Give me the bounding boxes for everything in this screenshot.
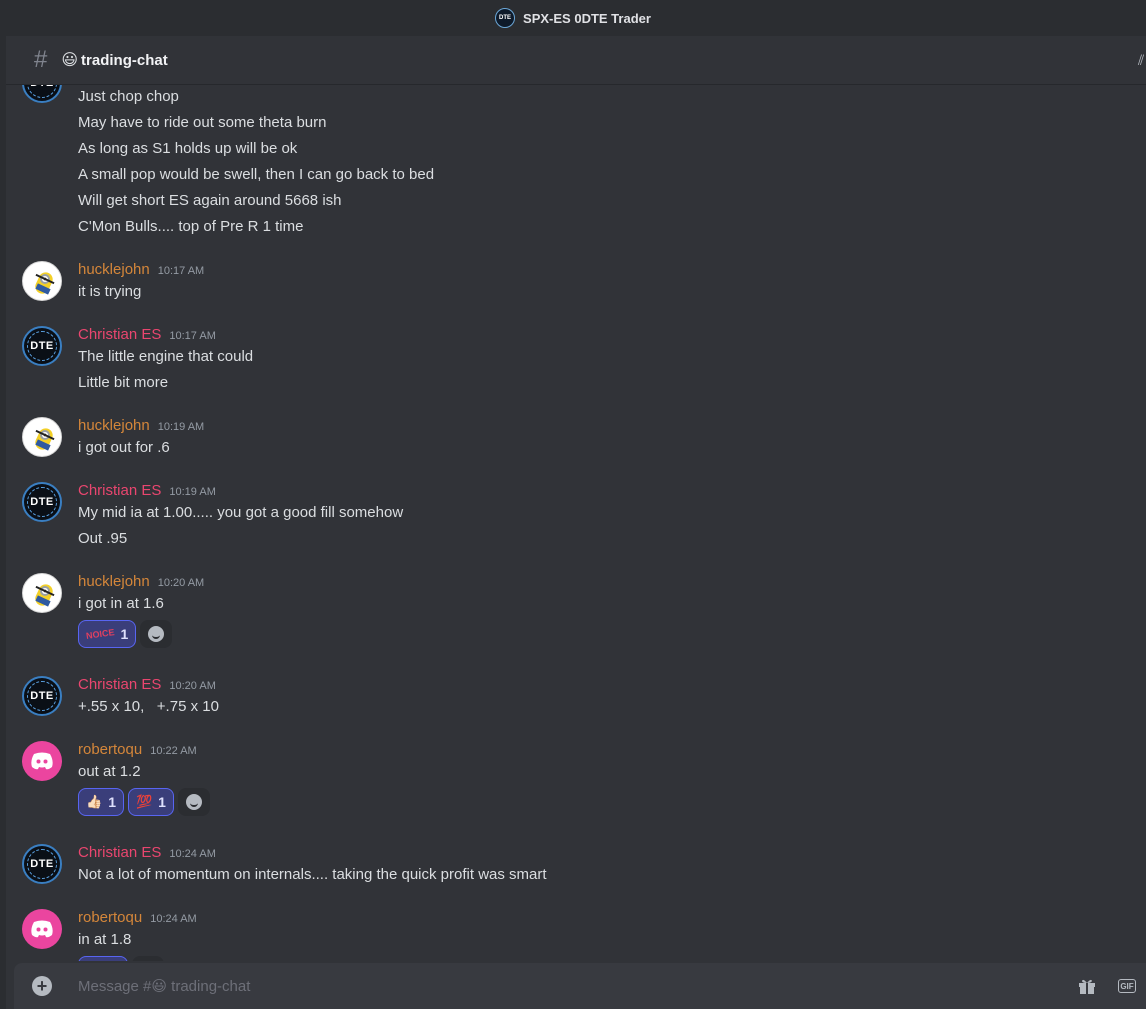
avatar[interactable]: DTE <box>22 676 62 716</box>
gift-icon[interactable] <box>1078 978 1096 994</box>
smiley-icon <box>185 794 202 810</box>
timestamp: 10:17 AM <box>169 330 216 342</box>
username[interactable]: hucklejohn <box>78 573 150 590</box>
add-reaction-button[interactable] <box>140 620 173 648</box>
message-text: C'Mon Bulls.... top of Pre R 1 time <box>78 218 304 235</box>
username[interactable]: robertoqu <box>78 909 142 926</box>
message-text: +.55 x 10, +.75 x 10 <box>78 698 219 715</box>
username[interactable]: Christian ES <box>78 844 161 861</box>
message-meta: Christian ES 10:24 AM <box>78 844 216 861</box>
message-text: Just chop chop <box>78 88 179 105</box>
reaction-100[interactable]: 💯 1 <box>127 788 174 816</box>
avatar[interactable] <box>22 573 62 613</box>
add-reaction-button[interactable] <box>177 788 210 816</box>
avatar[interactable] <box>22 417 62 457</box>
channel-emoji: 😃 <box>61 52 79 69</box>
threads-icon[interactable]: ⫽ <box>1138 52 1146 68</box>
reaction-count: 1 <box>120 626 129 642</box>
timestamp: 10:22 AM <box>150 745 197 757</box>
message-composer[interactable]: + Message #😃 trading-chat GIF <box>14 963 1146 1009</box>
avatar[interactable]: DTE <box>22 85 62 103</box>
avatar[interactable]: DTE <box>22 844 62 884</box>
avatar[interactable] <box>22 909 62 949</box>
message-meta: robertoqu 10:22 AM <box>78 741 197 758</box>
username[interactable]: hucklejohn <box>78 417 150 434</box>
hash-icon: # <box>34 46 48 73</box>
timestamp: 10:24 AM <box>169 848 216 860</box>
message-meta: Christian ES 10:20 AM <box>78 676 216 693</box>
timestamp: 10:20 AM <box>169 680 216 692</box>
username[interactable]: robertoqu <box>78 741 142 758</box>
message-text: it is trying <box>78 283 142 300</box>
timestamp: 10:19 AM <box>169 486 216 498</box>
message-text: out at 1.2 <box>78 763 141 780</box>
plus-icon[interactable]: + <box>32 976 52 996</box>
message-input[interactable]: Message #😃 trading-chat <box>78 977 250 995</box>
message-text: As long as S1 holds up will be ok <box>78 140 298 157</box>
avatar[interactable]: DTE <box>22 326 62 366</box>
message-meta: robertoqu 10:24 AM <box>78 909 197 926</box>
discord-logo-icon <box>31 752 53 770</box>
message-text: i got in at 1.6 <box>78 595 164 612</box>
noice-emoji-icon: NOICE <box>85 627 116 641</box>
avatar[interactable] <box>22 741 62 781</box>
username[interactable]: hucklejohn <box>78 261 150 278</box>
reactions-bar: NOICE 1 <box>78 620 173 648</box>
reaction-partial[interactable] <box>78 956 128 961</box>
window-title: SPX-ES 0DTE Trader <box>523 10 651 26</box>
message-text: in at 1.8 <box>78 931 132 948</box>
timestamp: 10:19 AM <box>157 421 205 433</box>
discord-logo-icon <box>31 920 53 938</box>
message-meta: Christian ES 10:19 AM <box>78 482 216 499</box>
message-text: Out .95 <box>78 530 128 547</box>
message-text: A small pop would be swell, then I can g… <box>78 166 435 183</box>
message-text: Will get short ES again around 5668 ish <box>78 192 342 209</box>
avatar[interactable] <box>22 261 62 301</box>
reactions-bar: 👍🏻 1 💯 1 <box>78 788 210 816</box>
reaction-count: 1 <box>158 794 166 810</box>
reaction-thumbs-up[interactable]: 👍🏻 1 <box>78 788 124 816</box>
channel-name[interactable]: trading-chat <box>81 52 168 69</box>
hundred-emoji-icon: 💯 <box>135 794 153 809</box>
message-text: May have to ride out some theta burn <box>78 114 327 131</box>
channel-header: # 😃 trading-chat ⫽ <box>6 36 1146 85</box>
message-meta: hucklejohn 10:20 AM <box>78 573 204 590</box>
username[interactable]: Christian ES <box>78 326 161 343</box>
add-reaction-button[interactable] <box>132 956 164 961</box>
smiley-icon <box>148 626 165 642</box>
minion-avatar-icon <box>35 428 55 451</box>
gif-icon[interactable]: GIF <box>1118 979 1136 993</box>
message-text: i got out for .6 <box>78 439 170 456</box>
minion-avatar-icon <box>35 584 55 607</box>
reaction-count: 1 <box>108 794 116 810</box>
message-list[interactable]: DTE Just chop chop May have to ride out … <box>6 85 1146 961</box>
reaction-noice[interactable]: NOICE 1 <box>78 620 137 648</box>
avatar[interactable]: DTE <box>22 482 62 522</box>
timestamp: 10:24 AM <box>150 913 197 925</box>
thumbs-up-emoji-icon: 👍🏻 <box>86 794 103 809</box>
message-text: The little engine that could <box>78 348 254 365</box>
window-titlebar: DTE SPX-ES 0DTE Trader <box>0 0 1146 36</box>
reactions-bar <box>78 956 164 961</box>
username[interactable]: Christian ES <box>78 676 161 693</box>
message-text: Little bit more <box>78 374 169 391</box>
timestamp: 10:20 AM <box>157 577 205 589</box>
message-text: My mid ia at 1.00..... you got a good fi… <box>78 504 404 521</box>
minion-avatar-icon <box>35 272 55 295</box>
message-meta: Christian ES 10:17 AM <box>78 326 216 343</box>
message-meta: hucklejohn 10:17 AM <box>78 261 204 278</box>
server-icon: DTE <box>495 8 516 28</box>
message-text: Not a lot of momentum on internals.... t… <box>78 866 547 883</box>
message-meta: hucklejohn 10:19 AM <box>78 417 204 434</box>
username[interactable]: Christian ES <box>78 482 161 499</box>
timestamp: 10:17 AM <box>157 265 205 277</box>
